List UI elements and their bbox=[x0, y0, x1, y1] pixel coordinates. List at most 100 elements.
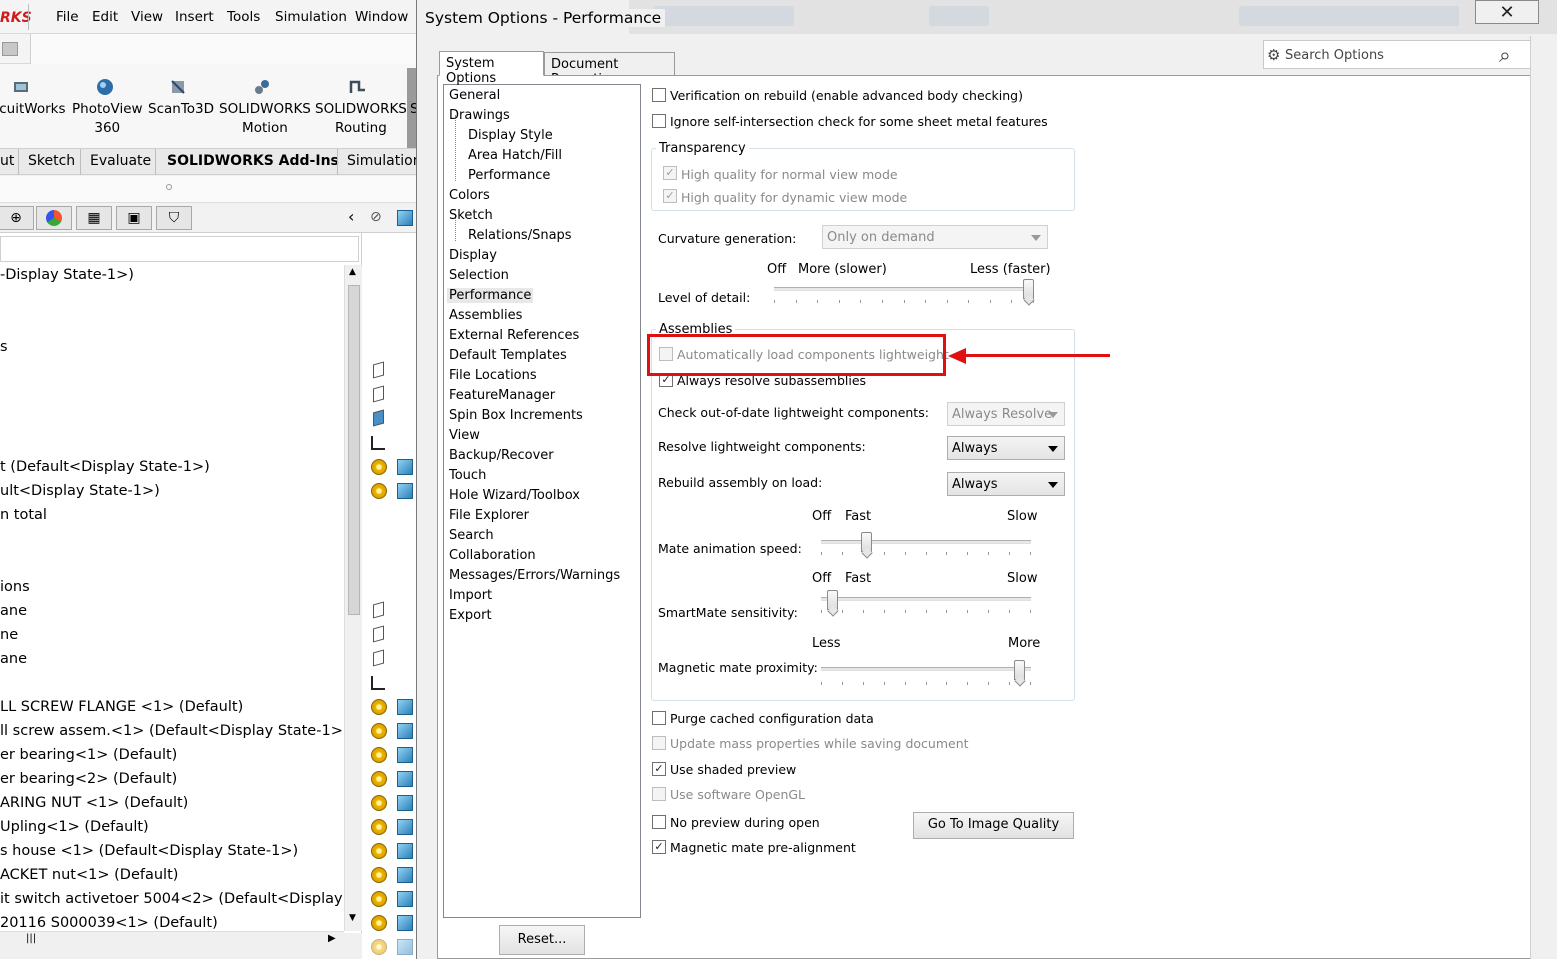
no-preview-checkbox[interactable] bbox=[652, 815, 666, 829]
software-opengl-checkbox[interactable] bbox=[652, 787, 666, 801]
magnetic-slider-thumb[interactable] bbox=[1014, 660, 1025, 680]
nav-messages-errors-warnings[interactable]: Messages/Errors/Warnings bbox=[449, 568, 620, 583]
menu-view[interactable]: View bbox=[131, 9, 163, 25]
document-icon[interactable] bbox=[2, 42, 18, 56]
tree-item[interactable]: t (Default<Display State-1>) bbox=[0, 459, 345, 475]
tree-item[interactable]: ult<Display State-1>) bbox=[0, 483, 345, 499]
ribbon-routing[interactable]: SOLIDWORKS Routing bbox=[315, 100, 407, 138]
ignore-self-intersection-checkbox[interactable] bbox=[652, 114, 666, 128]
nav-featuremanager[interactable]: FeatureManager bbox=[449, 388, 555, 403]
menu-file[interactable]: File bbox=[56, 9, 79, 25]
purge-checkbox[interactable] bbox=[652, 711, 666, 725]
nav-file-locations[interactable]: File Locations bbox=[449, 368, 537, 383]
smartmate-slider-thumb[interactable] bbox=[827, 590, 838, 610]
tree-item[interactable]: ane bbox=[0, 651, 345, 667]
configuration-manager-icon[interactable]: ▣ bbox=[116, 206, 152, 230]
tree-item[interactable]: n total bbox=[0, 507, 345, 523]
nav-external-references[interactable]: External References bbox=[449, 328, 579, 343]
smartmate-slider-track[interactable] bbox=[821, 597, 1031, 601]
nav-assemblies[interactable]: Assemblies bbox=[449, 308, 522, 323]
ribbon-motion[interactable]: SOLIDWORKS Motion bbox=[219, 100, 311, 138]
menu-simulation[interactable]: Simulation bbox=[275, 9, 347, 25]
scroll-right-icon[interactable]: ▶ bbox=[328, 933, 336, 944]
close-button[interactable]: ✕ bbox=[1475, 0, 1539, 24]
featuremanager-tree-icon[interactable]: ⊕ bbox=[0, 206, 34, 230]
tab-sketch[interactable]: Sketch bbox=[28, 153, 75, 169]
nav-display[interactable]: Display bbox=[449, 248, 497, 263]
nav-default-templates[interactable]: Default Templates bbox=[449, 348, 567, 363]
tree-item[interactable]: ne bbox=[0, 627, 345, 643]
tree-horizontal-scrollbar[interactable]: ||| ▶ bbox=[0, 931, 344, 949]
nav-drawings[interactable]: Drawings bbox=[449, 108, 510, 123]
nav-touch[interactable]: Touch bbox=[449, 468, 486, 483]
splitter-handle-icon[interactable] bbox=[166, 184, 172, 190]
curvature-select[interactable]: Only on demand bbox=[822, 225, 1048, 249]
nav-search[interactable]: Search bbox=[449, 528, 494, 543]
nav-import[interactable]: Import bbox=[449, 588, 492, 603]
hide-show-icon[interactable]: ⊘ bbox=[370, 209, 382, 225]
nav-backup-recover[interactable]: Backup/Recover bbox=[449, 448, 554, 463]
hq-normal-checkbox[interactable]: ✓ bbox=[663, 166, 677, 180]
menu-tools[interactable]: Tools bbox=[227, 9, 260, 25]
nav-colors[interactable]: Colors bbox=[449, 188, 490, 203]
tree-item[interactable]: ll screw assem.<1> (Default<Display Stat… bbox=[0, 723, 345, 739]
tab-system-options[interactable]: System Options bbox=[439, 51, 544, 86]
lod-slider-thumb[interactable] bbox=[1023, 279, 1034, 299]
tab-evaluate[interactable]: Evaluate bbox=[90, 153, 151, 169]
rebuild-select[interactable]: Always bbox=[947, 472, 1065, 496]
nav-sketch[interactable]: Sketch bbox=[449, 208, 493, 223]
chevron-left-icon[interactable]: ‹ bbox=[348, 207, 354, 226]
nav-selection[interactable]: Selection bbox=[449, 268, 509, 283]
nav-spin-box-increments[interactable]: Spin Box Increments bbox=[449, 408, 583, 423]
nav-performance[interactable]: Performance bbox=[447, 288, 534, 303]
search-options-input[interactable]: ⚙ Search Options ⌕ bbox=[1263, 40, 1531, 69]
scroll-down-icon[interactable]: ▼ bbox=[349, 913, 356, 923]
nav-file-explorer[interactable]: File Explorer bbox=[449, 508, 529, 523]
tab-simulation[interactable]: Simulation bbox=[347, 153, 422, 169]
verification-checkbox[interactable] bbox=[652, 88, 666, 102]
search-icon[interactable]: ⌕ bbox=[1499, 43, 1511, 68]
dimxpert-icon[interactable]: ⛉ bbox=[156, 206, 192, 230]
tree-item[interactable]: LL SCREW FLANGE <1> (Default) bbox=[0, 699, 345, 715]
tree-item[interactable]: ARING NUT <1> (Default) bbox=[0, 795, 345, 811]
tree-item[interactable]: s house <1> (Default<Display State-1>) bbox=[0, 843, 345, 859]
nav-drawings-performance[interactable]: Performance bbox=[468, 168, 550, 183]
property-manager-icon[interactable]: ▦ bbox=[76, 206, 112, 230]
tree-item[interactable]: er bearing<2> (Default) bbox=[0, 771, 345, 787]
dialog-titlebar[interactable]: System Options - Performance ✕ bbox=[417, 0, 1557, 36]
shaded-preview-checkbox[interactable]: ✓ bbox=[652, 762, 666, 776]
nav-hole-wizard-toolbox[interactable]: Hole Wizard/Toolbox bbox=[449, 488, 580, 503]
go-to-image-quality-button[interactable]: Go To Image Quality bbox=[913, 812, 1074, 839]
appearance-icon[interactable] bbox=[36, 206, 72, 230]
nav-collaboration[interactable]: Collaboration bbox=[449, 548, 536, 563]
tree-vertical-scrollbar[interactable]: ▲ ▼ bbox=[344, 265, 362, 931]
nav-general[interactable]: General bbox=[449, 88, 500, 103]
nav-view[interactable]: View bbox=[449, 428, 480, 443]
tree-item[interactable]: Upling<1> (Default) bbox=[0, 819, 345, 835]
menu-edit[interactable]: Edit bbox=[92, 9, 118, 25]
scroll-up-icon[interactable]: ▲ bbox=[349, 267, 356, 277]
scroll-grip-icon[interactable]: ||| bbox=[26, 933, 36, 944]
nav-display-style[interactable]: Display Style bbox=[468, 128, 553, 143]
tree-item[interactable]: it switch activetoer 5004<2> (Default<Di… bbox=[0, 891, 345, 907]
nav-relations-snaps[interactable]: Relations/Snaps bbox=[468, 228, 572, 243]
check-outdated-select[interactable]: Always Resolve bbox=[947, 402, 1065, 426]
scrollbar-thumb[interactable] bbox=[348, 285, 360, 615]
magnetic-slider-track[interactable] bbox=[821, 667, 1031, 671]
hq-dynamic-checkbox[interactable]: ✓ bbox=[663, 189, 677, 203]
tree-item[interactable]: ions bbox=[0, 579, 345, 595]
tree-item[interactable]: ane bbox=[0, 603, 345, 619]
mate-anim-slider-track[interactable] bbox=[821, 540, 1031, 544]
mate-anim-slider-thumb[interactable] bbox=[861, 532, 872, 552]
tree-item[interactable]: -Display State-1>) bbox=[0, 267, 345, 283]
magnetic-prealign-checkbox[interactable]: ✓ bbox=[652, 840, 666, 854]
tab-document-properties[interactable]: Document Properties bbox=[544, 52, 675, 87]
lod-slider-track[interactable] bbox=[774, 287, 1034, 291]
tree-item[interactable]: 20116 S000039<1> (Default) bbox=[0, 915, 345, 931]
nav-area-hatch-fill[interactable]: Area Hatch/Fill bbox=[468, 148, 562, 163]
tree-item[interactable]: s bbox=[0, 339, 345, 355]
reset-button[interactable]: Reset... bbox=[499, 925, 585, 955]
tree-item[interactable]: ACKET nut<1> (Default) bbox=[0, 867, 345, 883]
nav-export[interactable]: Export bbox=[449, 608, 492, 623]
panel-splitter[interactable] bbox=[0, 176, 420, 203]
